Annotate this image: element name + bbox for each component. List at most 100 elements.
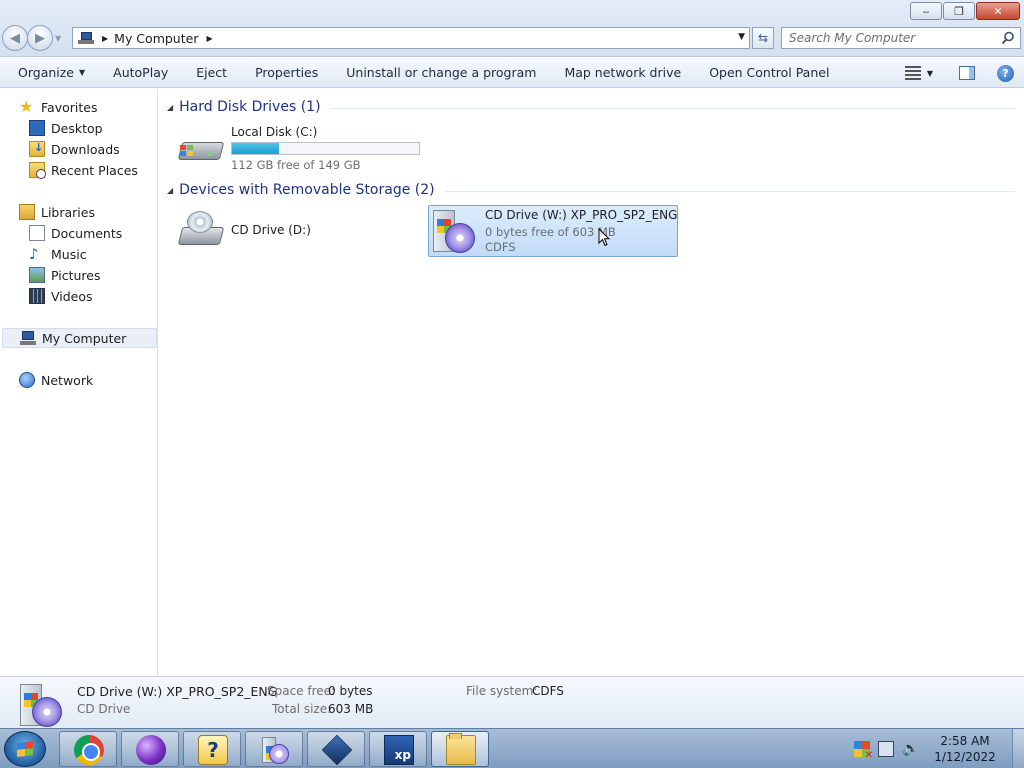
explorer-folder-icon [446, 733, 476, 765]
sidebar-item-label: Recent Places [51, 162, 138, 178]
recent-pages-dropdown-icon[interactable]: ▼ [55, 34, 61, 43]
pictures-icon [29, 267, 45, 283]
taskbar-media-player-button[interactable] [121, 731, 179, 767]
change-view-icon[interactable] [904, 66, 921, 80]
autoplay-button[interactable]: AutoPlay [99, 58, 182, 88]
volume-icon[interactable]: 🔈 [902, 741, 919, 757]
details-pane: CD Drive (W:) XP_PRO_SP2_ENG CD Drive Sp… [0, 676, 1024, 728]
sidebar-item-label: Documents [51, 225, 123, 241]
back-button[interactable]: ◀ [2, 25, 28, 51]
sidebar-item-pictures[interactable]: Pictures [29, 265, 101, 285]
refresh-button[interactable]: ⇆ [752, 27, 774, 49]
taskbar-help-button[interactable]: ? [183, 731, 241, 767]
sidebar-item-my-computer[interactable]: My Computer [2, 328, 157, 348]
view-options-chevron-icon[interactable]: ▼ [927, 69, 933, 78]
drive-file-system: CDFS [485, 240, 516, 254]
minimize-button[interactable]: ‒ [910, 2, 942, 20]
address-bar[interactable]: ▶ My Computer ▶ ▼ [72, 27, 750, 49]
music-icon: ♪ [29, 245, 39, 263]
capacity-bar [231, 142, 420, 155]
sidebar-item-network[interactable]: Network [19, 370, 93, 390]
search-input[interactable] [789, 31, 999, 45]
organize-menu[interactable]: Organize ▼ [0, 58, 99, 88]
help-icon[interactable]: ? [997, 64, 1014, 82]
file-system-value: CDFS [532, 684, 564, 698]
taskbar: ? xp 🔈 2:58 AM 1/12/2022 [0, 728, 1024, 768]
xp-vm-icon: xp [384, 735, 414, 765]
sidebar-item-music[interactable]: ♪ Music [29, 244, 87, 264]
drive-name: CD Drive (D:) [231, 223, 311, 237]
group-header-removable-storage[interactable]: ◢ Devices with Removable Storage (2) [167, 180, 1015, 200]
taskbar-installer-button[interactable] [245, 731, 303, 767]
sidebar-item-label: My Computer [42, 330, 127, 346]
space-free-value: 0 bytes [328, 684, 373, 698]
action-center-icon[interactable] [854, 741, 873, 761]
sidebar-item-favorites[interactable]: ★ Favorites [19, 97, 97, 117]
capacity-fill [232, 143, 279, 154]
navigation-pane: ★ Favorites Desktop Downloads Recent Plac… [0, 89, 158, 676]
system-tray: 🔈 2:58 AM 1/12/2022 [854, 729, 1024, 768]
videos-icon [29, 288, 45, 304]
group-header-hard-disk-drives[interactable]: ◢ Hard Disk Drives (1) [167, 97, 1015, 117]
search-icon[interactable] [1001, 31, 1015, 45]
map-network-drive-button[interactable]: Map network drive [550, 58, 695, 88]
sidebar-item-recent-places[interactable]: Recent Places [29, 160, 138, 180]
forward-button[interactable]: ▶ [27, 25, 53, 51]
space-free-label: Space free: [267, 684, 336, 698]
computer-icon [20, 330, 36, 346]
open-control-panel-button[interactable]: Open Control Panel [695, 58, 843, 88]
group-title: Hard Disk Drives (1) [179, 99, 321, 115]
chrome-icon [74, 735, 104, 765]
network-icon [19, 372, 35, 388]
sidebar-item-documents[interactable]: Documents [29, 223, 122, 243]
organize-label: Organize [18, 65, 74, 80]
collapse-triangle-icon[interactable]: ◢ [167, 103, 173, 112]
computer-icon [78, 31, 94, 45]
breadcrumb-my-computer[interactable]: My Computer [114, 31, 198, 46]
xp-install-disc-icon [18, 681, 62, 727]
taskbar-virtualbox-button[interactable] [307, 731, 365, 767]
show-desktop-button[interactable] [1012, 729, 1024, 768]
restore-button[interactable]: ❐ [943, 2, 975, 20]
taskbar-chrome-button[interactable] [59, 731, 117, 767]
details-item-name: CD Drive (W:) XP_PRO_SP2_ENG [77, 684, 278, 699]
navigation-buttons: ◀ ▶ ▼ [2, 25, 61, 51]
window-controls: ‒ ❐ ✕ [909, 2, 1020, 20]
sidebar-item-downloads[interactable]: Downloads [29, 139, 120, 159]
view-controls: ▼ ? [904, 58, 1014, 88]
address-dropdown-icon[interactable]: ▼ [738, 32, 745, 42]
start-button[interactable] [4, 731, 46, 767]
drive-tile-c[interactable]: Local Disk (C:) 112 GB free of 149 GB [177, 125, 427, 175]
eject-button[interactable]: Eject [182, 58, 241, 88]
uninstall-program-button[interactable]: Uninstall or change a program [332, 58, 550, 88]
search-box[interactable] [781, 27, 1021, 49]
drive-tile-w[interactable]: CD Drive (W:) XP_PRO_SP2_ENG 0 bytes fre… [428, 205, 678, 257]
hard-disk-icon [177, 125, 225, 173]
sidebar-item-libraries[interactable]: Libraries [19, 202, 95, 222]
mouse-pointer-icon [598, 228, 610, 247]
drive-tile-d[interactable]: CD Drive (D:) [177, 207, 427, 257]
help-support-icon: ? [198, 735, 228, 765]
clock[interactable]: 2:58 AM 1/12/2022 [926, 733, 1004, 765]
sidebar-item-label: Favorites [41, 99, 98, 115]
xp-install-disc-icon [431, 207, 479, 255]
sidebar-item-desktop[interactable]: Desktop [29, 118, 103, 138]
star-icon: ★ [19, 97, 34, 116]
sidebar-item-videos[interactable]: Videos [29, 286, 93, 306]
network-status-icon[interactable] [878, 741, 894, 757]
details-item-type: CD Drive [77, 702, 131, 716]
file-system-label: File system: [466, 684, 538, 698]
documents-icon [29, 225, 45, 241]
group-divider [444, 190, 1015, 192]
sidebar-item-label: Videos [51, 288, 93, 304]
taskbar-explorer-button[interactable] [431, 731, 489, 767]
breadcrumb-chevron-icon[interactable]: ▶ [206, 34, 212, 43]
collapse-triangle-icon[interactable]: ◢ [167, 186, 173, 195]
libraries-icon [19, 204, 35, 220]
content-pane: ◢ Hard Disk Drives (1) Local Disk (C:) 1… [159, 89, 1024, 676]
preview-pane-icon[interactable] [959, 66, 975, 80]
breadcrumb-chevron-icon[interactable]: ▶ [102, 34, 108, 43]
properties-button[interactable]: Properties [241, 58, 332, 88]
taskbar-xp-vm-button[interactable]: xp [369, 731, 427, 767]
close-button[interactable]: ✕ [976, 2, 1020, 20]
